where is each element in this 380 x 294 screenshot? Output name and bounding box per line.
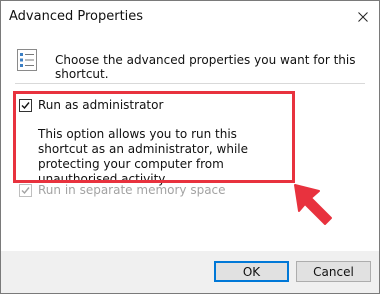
header-instruction: Choose the advanced properties you want … <box>55 53 356 81</box>
close-button[interactable] <box>347 1 379 33</box>
advanced-properties-dialog: Advanced Properties Choose the advanced … <box>0 0 380 294</box>
window-title: Advanced Properties <box>9 9 144 24</box>
close-icon <box>358 12 368 22</box>
separate-memory-checkbox <box>19 184 32 197</box>
dialog-footer: OK Cancel <box>1 251 379 293</box>
properties-list-icon <box>17 49 37 71</box>
checkmark-icon <box>21 187 30 195</box>
title-bar[interactable]: Advanced Properties <box>1 1 379 33</box>
separator <box>15 83 365 84</box>
pointer-arrow-icon <box>294 184 332 225</box>
separate-memory-label: Run in separate memory space <box>38 183 226 197</box>
ok-button[interactable]: OK <box>214 261 289 282</box>
annotation-highlight-box <box>13 91 295 183</box>
cancel-button[interactable]: Cancel <box>296 261 371 282</box>
